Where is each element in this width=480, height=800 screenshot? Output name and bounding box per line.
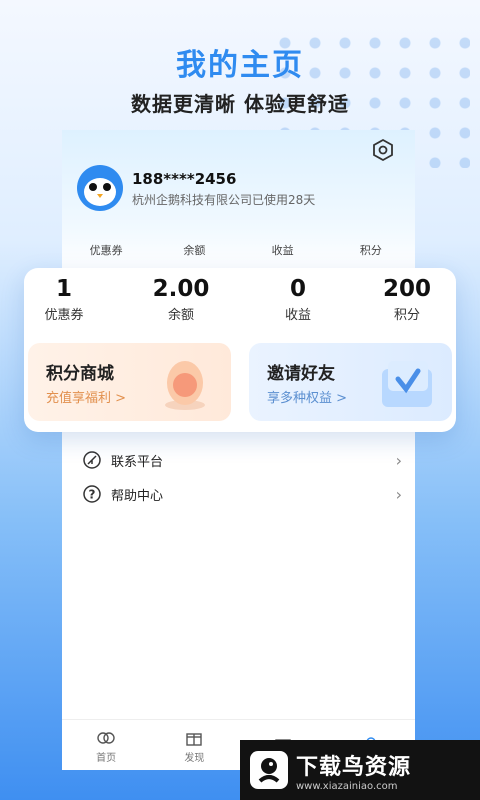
menu-item-label: 帮助中心 [111, 488, 164, 504]
stat-value: 2.00 [152, 276, 210, 302]
stat-value: 1 [55, 276, 72, 302]
points-mall-card[interactable]: 积分商城 充值享福利 > [28, 343, 231, 421]
stat-earnings[interactable]: 0 收益 [248, 276, 348, 323]
stat-value: 0 [289, 276, 306, 302]
watermark-text: 下载鸟资源 www.xiazainiao.com [296, 749, 411, 792]
stat-coupons[interactable]: 1 优惠券 [14, 276, 114, 323]
company-name: 杭州企鹅科技有限公司已使用28天 [132, 193, 316, 207]
tab-label: 首页 [96, 752, 117, 764]
watermark-banner: 下载鸟资源 www.xiazainiao.com [240, 740, 480, 800]
stat-label: 收益 [284, 308, 311, 323]
stat-label: 优惠券 [44, 308, 84, 323]
watermark-title: 下载鸟资源 [296, 754, 412, 780]
promo-subtitle: 数据更清晰 体验更舒适 [131, 92, 349, 116]
help-icon: ? [83, 485, 101, 503]
invite-title: 邀请好友 [267, 364, 335, 384]
invite-subtitle: 享多种权益 > [267, 391, 348, 406]
points-mall-subtitle: 充值享福利 > [46, 391, 127, 406]
stat-label: 余额 [167, 308, 194, 323]
home-icon [97, 731, 115, 744]
mini-stat-label: 余额 [183, 244, 206, 257]
profile-header: 188****2456 杭州企鹅科技有限公司已使用28天 优惠券 余额 收益 积… [62, 130, 415, 270]
promo-title: 我的主页 [176, 48, 304, 83]
invite-friends-card[interactable]: 邀请好友 享多种权益 > [249, 343, 452, 421]
settings-icon[interactable] [371, 138, 395, 162]
stat-points[interactable]: 200 积分 [357, 276, 457, 323]
menu-item-contact[interactable]: 联系平台 › [82, 447, 402, 473]
mini-stats-row: 优惠券 余额 收益 积分 [62, 242, 415, 258]
stat-balance[interactable]: 2.00 余额 [131, 276, 231, 323]
watermark-url: www.xiazainiao.com [296, 780, 398, 792]
mini-stat-label: 收益 [271, 244, 294, 257]
menu-item-label: 联系平台 [111, 454, 164, 470]
tab-label: 发现 [184, 752, 205, 764]
tab-discover[interactable]: 发现 [150, 720, 238, 770]
stat-value: 200 [382, 276, 431, 302]
tab-home[interactable]: 首页 [62, 720, 150, 770]
gift-icon [186, 732, 203, 746]
chevron-right-icon: › [395, 484, 402, 504]
stats-card: 1 优惠券 2.00 余额 0 收益 200 积分 积分商城 充值享福利 > 邀… [24, 268, 456, 432]
phone-number: 188****2456 [132, 170, 237, 188]
menu-item-help[interactable]: ? 帮助中心 › [82, 481, 402, 507]
points-mall-title: 积分商城 [46, 364, 114, 384]
bird-logo-icon [250, 751, 288, 789]
mini-stat-label: 优惠券 [89, 244, 123, 257]
peach-illustration-icon [165, 361, 205, 410]
svg-text:?: ? [89, 488, 96, 502]
mini-stat-label: 积分 [359, 244, 382, 257]
envelope-check-icon [382, 361, 432, 407]
chevron-right-icon: › [395, 450, 402, 470]
stat-label: 积分 [393, 308, 420, 323]
avatar[interactable] [77, 165, 123, 211]
phone-screen: 188****2456 杭州企鹅科技有限公司已使用28天 优惠券 余额 收益 积… [62, 130, 415, 770]
leaf-icon [83, 451, 101, 469]
